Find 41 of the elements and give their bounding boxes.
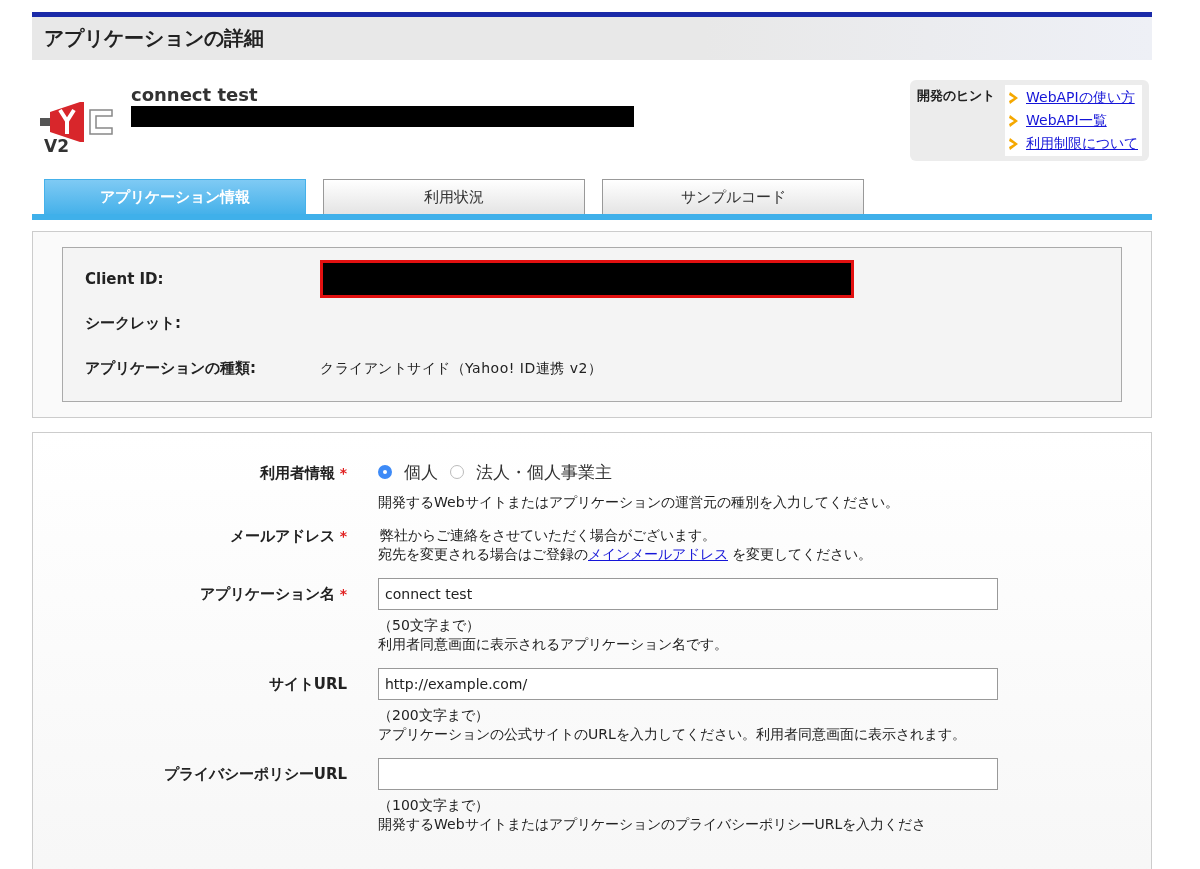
text-field[interactable]: [378, 758, 998, 790]
field-label: メールアドレス: [229, 527, 335, 545]
field-label: サイトURL: [268, 675, 347, 693]
text-field[interactable]: http://example.com/: [378, 668, 998, 700]
help-text: （200文字まで）: [378, 706, 490, 725]
required-mark: *: [339, 586, 347, 602]
text-field[interactable]: connect test: [378, 578, 998, 610]
radio-label[interactable]: 個人: [404, 460, 438, 484]
page-title: アプリケーションの詳細: [44, 25, 264, 52]
field-value: クライアントサイド（Yahoo! ID連携 v2）: [320, 359, 603, 378]
field-label: プライバシーポリシーURL: [163, 765, 347, 783]
chevron-icon: [1009, 90, 1019, 105]
chevron-icon: [1009, 113, 1019, 128]
radio-button[interactable]: [378, 465, 392, 479]
help-text: アプリケーションの公式サイトのURLを入力してください。利用者同意画面に表示されます。: [378, 725, 967, 744]
version-label: V2: [44, 136, 69, 156]
field-label: アプリケーション名: [199, 585, 335, 603]
radio-button[interactable]: [450, 465, 464, 479]
hint-link[interactable]: WebAPIの使い方: [1026, 88, 1135, 107]
hint-link[interactable]: WebAPI一覧: [1026, 111, 1107, 130]
hint-link[interactable]: 利用制限について: [1026, 134, 1138, 153]
help-text: 開発するWebサイトまたはアプリケーションの運営元の種別を入力してください。: [378, 493, 900, 512]
radio-label[interactable]: 法人・個人事業主: [476, 460, 612, 484]
field-label: アプリケーションの種類:: [85, 359, 257, 378]
tab[interactable]: 利用状況: [323, 179, 585, 214]
hints-label: 開発のヒント: [917, 87, 995, 105]
help-text: （100文字まで）: [378, 796, 490, 815]
field-label: シークレット:: [85, 314, 182, 333]
help-text: 利用者同意画面に表示されるアプリケーション名です。: [378, 635, 729, 654]
help-text: 宛先を変更される場合はご登録のメインメールアドレス を変更してください。: [378, 545, 874, 564]
email-link[interactable]: メインメールアドレス: [588, 546, 728, 562]
required-mark: *: [339, 528, 347, 544]
chevron-icon: [1009, 136, 1019, 151]
app-name: connect test: [131, 84, 258, 106]
help-text: 開発するWebサイトまたはアプリケーションのプライバシーポリシーURLを入力くださ: [378, 815, 928, 834]
tab[interactable]: サンプルコード: [602, 179, 864, 214]
help-text: （50文字まで）: [378, 616, 481, 635]
help-text: 弊社からご連絡をさせていただく場合がございます。: [379, 526, 717, 545]
field-label: Client ID:: [85, 269, 165, 288]
required-mark: *: [339, 465, 347, 481]
field-label: 利用者情報: [259, 464, 335, 482]
